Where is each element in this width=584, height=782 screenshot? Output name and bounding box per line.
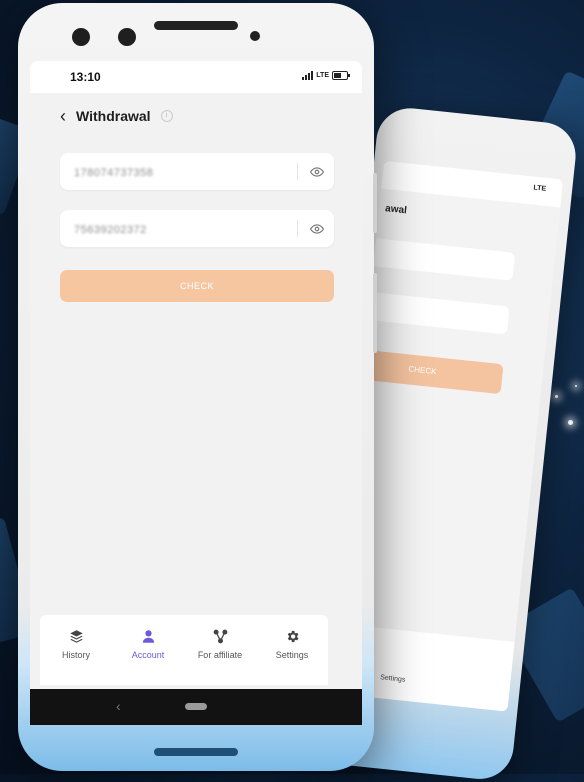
bottom-speaker	[154, 748, 238, 756]
nav-item-history[interactable]: History	[41, 629, 111, 660]
card-number-field	[60, 210, 334, 249]
back-phone-title: awal	[384, 203, 408, 217]
nav-label: Settings	[275, 650, 309, 660]
sparkle	[575, 385, 577, 387]
user-icon	[142, 630, 154, 643]
bottom-navigation: History Account For affiliate Settings	[40, 615, 328, 685]
card-number-input[interactable]	[72, 210, 286, 249]
status-indicators: LTE	[302, 71, 350, 80]
status-bar: 13:10 LTE	[30, 61, 362, 93]
power-button	[373, 173, 377, 233]
nav-label: History	[61, 650, 90, 660]
gear-icon	[287, 630, 298, 643]
account-number-field	[60, 153, 334, 192]
sparkle	[555, 395, 558, 398]
check-button[interactable]: CHECK	[60, 270, 334, 302]
sparkle	[568, 420, 573, 425]
earpiece-speaker	[154, 21, 238, 30]
system-back-icon[interactable]: ‹	[116, 698, 121, 714]
nav-item-for-affiliate[interactable]: For affiliate	[185, 629, 255, 660]
status-time: 13:10	[70, 70, 101, 84]
field-divider	[297, 163, 298, 180]
layers-icon	[69, 630, 83, 643]
page-title: Withdrawal	[76, 108, 151, 124]
field-divider	[297, 220, 298, 237]
eye-icon[interactable]	[310, 165, 324, 179]
nav-item-settings[interactable]: Settings	[257, 629, 327, 660]
nav-label: For affiliate	[197, 650, 243, 660]
system-home-icon[interactable]	[185, 703, 207, 710]
front-phone: 13:10 LTE ‹ Withdrawal i CHECK H	[18, 3, 377, 771]
back-phone-network-label: LTE	[533, 184, 547, 193]
proximity-sensor	[250, 31, 260, 41]
network-label: LTE	[316, 72, 329, 79]
back-arrow-icon[interactable]: ‹	[60, 107, 66, 125]
back-phone-nav-label: Settings	[379, 674, 406, 684]
info-icon[interactable]: i	[160, 110, 173, 122]
eye-icon[interactable]	[310, 222, 324, 236]
page-header: ‹ Withdrawal i	[60, 105, 173, 127]
volume-button	[373, 273, 377, 353]
signal-icon	[302, 71, 314, 80]
affiliate-network-icon	[213, 629, 227, 644]
nav-label: Account	[131, 650, 165, 660]
back-phone-field	[353, 236, 516, 281]
app-screen: 13:10 LTE ‹ Withdrawal i CHECK	[30, 61, 362, 689]
front-camera	[118, 28, 136, 46]
battery-icon	[332, 71, 350, 80]
account-number-input[interactable]	[72, 153, 286, 192]
system-navigation-bar: ‹	[30, 689, 362, 725]
front-camera	[72, 28, 90, 46]
nav-item-account[interactable]: Account	[113, 629, 183, 660]
